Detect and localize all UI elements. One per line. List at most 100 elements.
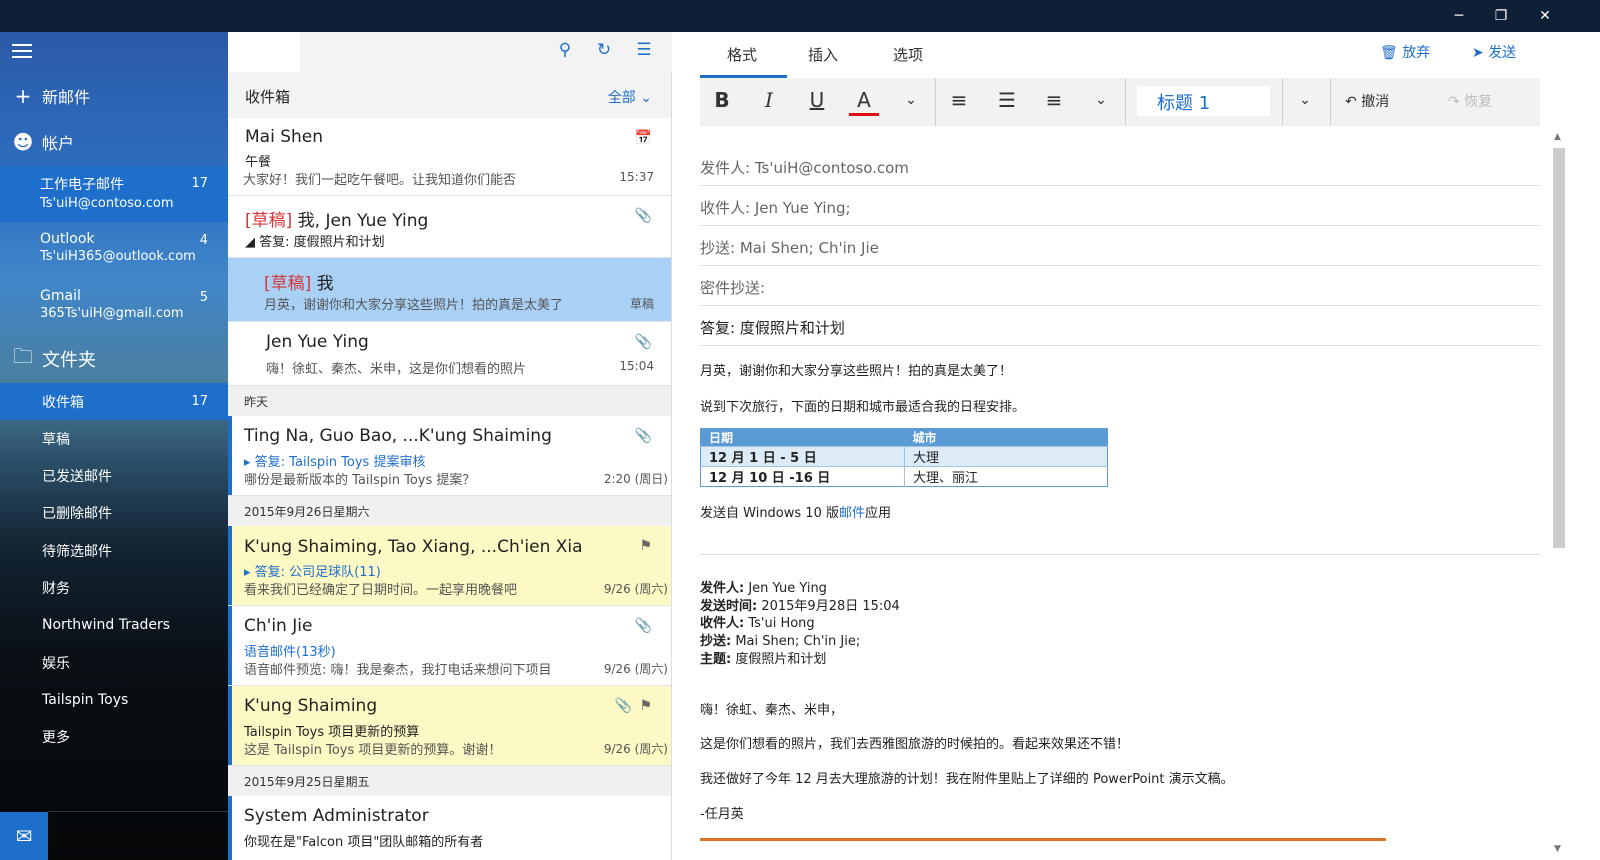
font-color-icon[interactable]: A [849, 88, 879, 116]
quoted-value: Jen Yue Ying [744, 581, 827, 596]
search-icon[interactable]: ⚲ [552, 40, 578, 64]
select-mode-icon[interactable]: ☰ [631, 40, 657, 64]
cc-field[interactable]: 抄送: Mai Shen; Ch'in Jie [700, 226, 1540, 266]
tab-options[interactable]: 选项 [893, 44, 923, 65]
chevron-down-icon[interactable]: ⌄ [896, 92, 926, 108]
bcc-field[interactable]: 密件抄送: [700, 266, 1540, 306]
message-item[interactable]: System Administrator 你现在是"Falcon 项目"团队邮箱… [228, 796, 671, 860]
scrollbar[interactable]: ▲ ▼ [1550, 130, 1568, 858]
filter-dropdown[interactable]: 全部 ⌄ [608, 87, 652, 107]
bullets-icon[interactable]: ≡ [944, 88, 974, 112]
subject-field[interactable]: 答复: 度假照片和计划 [700, 306, 1540, 346]
chevron-down-icon: ⌄ [640, 90, 652, 106]
align-icon[interactable]: ≡ [1039, 88, 1069, 112]
redo-button[interactable]: ↷ 恢复 [1448, 91, 1492, 111]
send-button[interactable]: ➤ 发送 [1472, 42, 1516, 62]
title-bar: ─ ❐ ✕ [0, 0, 1600, 32]
message-subject: 答复: 公司足球队(11) [254, 565, 381, 580]
chevron-down-icon[interactable]: ⌄ [1086, 92, 1116, 108]
calendar-icon: 📅 [634, 130, 652, 146]
folder-sent[interactable]: 已发送邮件 [0, 457, 228, 494]
message-item[interactable]: Jen Yue Ying 嗨！徐虹、秦杰、米申，这是你们想看的照片 15:04 … [228, 322, 671, 386]
message-preview: 大家好！我们一起吃午餐吧。让我知道你们能否 [243, 173, 517, 188]
divider [48, 811, 228, 812]
message-item[interactable]: Ch'in Jie 语音邮件(13秒) 语音邮件预览: 嗨！我是秦杰，我打电话来… [228, 606, 671, 686]
accounts-button[interactable]: ☻ 帐户 [0, 128, 228, 156]
mail-app-link[interactable]: 邮件 [839, 506, 865, 521]
unread-count: 17 [191, 176, 208, 191]
folder-tailspin[interactable]: Tailspin Toys [0, 681, 228, 718]
account-work[interactable]: 工作电子邮件 Ts'uiH@contoso.com 17 [0, 166, 228, 222]
italic-icon[interactable]: I [754, 88, 784, 112]
attachment-icon: 📎 [634, 428, 652, 444]
from-field[interactable]: 发件人: Ts'uiH@contoso.com [700, 146, 1540, 186]
folder-inbox[interactable]: 收件箱 17 [0, 383, 228, 420]
draft-tag: [草稿] [264, 274, 312, 294]
message-subject: 午餐 [245, 155, 272, 170]
message-item[interactable]: Ting Na, Guo Bao, ...K'ung Shaiming ▸ 答复… [228, 416, 671, 496]
table-cell: 大理 [904, 446, 1108, 467]
message-sender: System Administrator [244, 806, 429, 826]
scrollbar-thumb[interactable] [1553, 148, 1565, 548]
signature-text: 发送自 Windows 10 版 [700, 506, 839, 521]
to-field[interactable]: 收件人: Jen Yue Ying; [700, 186, 1540, 226]
scroll-up-icon[interactable]: ▲ [1554, 132, 1561, 142]
folder-entertainment[interactable]: 娱乐 [0, 644, 228, 681]
folder-label: 更多 [42, 729, 70, 746]
folder-northwind[interactable]: Northwind Traders [0, 606, 228, 643]
folder-label: 收件箱 [42, 394, 84, 411]
table-header: 城市 [904, 428, 1108, 447]
folders-button[interactable]: 🗀 文件夹 [0, 344, 228, 374]
minimize-button[interactable]: ─ [1436, 0, 1482, 32]
bold-icon[interactable]: B [707, 88, 737, 112]
hamburger-menu-icon[interactable] [12, 44, 32, 58]
message-subject: 答复: 度假照片和计划 [259, 235, 385, 250]
folder-clutter[interactable]: 待筛选邮件 [0, 532, 228, 569]
mail-icon[interactable]: ✉ [0, 812, 48, 860]
chevron-down-icon[interactable]: ⌄ [1290, 92, 1320, 108]
schedule-table[interactable]: 日期 城市 12 月 1 日 - 5 日 大理 12 月 10 日 -16 日 … [700, 428, 1108, 487]
message-preview: 这是 Tailspin Toys 项目更新的预算。谢谢！ [244, 743, 502, 758]
table-header: 日期 [700, 428, 905, 447]
unread-count: 5 [199, 290, 208, 305]
account-email: Ts'uiH@contoso.com [40, 196, 174, 211]
unread-count: 4 [199, 233, 208, 248]
message-preview: 嗨！徐虹、秦杰、米申，这是你们想看的照片 [266, 362, 527, 377]
unread-count: 17 [191, 394, 208, 409]
folder-drafts[interactable]: 草稿 [0, 420, 228, 457]
quoted-text: 我还做好了今年 12 月去大理旅游的计划！我在附件里贴上了详细的 PowerPo… [700, 772, 1234, 787]
message-time: 草稿 [629, 297, 654, 311]
account-outlook[interactable]: Outlook Ts'uiH365@outlook.com 4 [0, 223, 228, 279]
unread-bar [228, 416, 232, 495]
numbering-icon[interactable]: ☰ [992, 88, 1022, 112]
tab-format[interactable]: 格式 [727, 44, 757, 65]
message-item[interactable]: Mai Shen 午餐 大家好！我们一起吃午餐吧。让我知道你们能否 15:37 … [228, 118, 671, 196]
account-gmail[interactable]: Gmail 365Ts'uiH@gmail.com 5 [0, 280, 228, 336]
folder-deleted[interactable]: 已删除邮件 [0, 494, 228, 531]
flag-icon[interactable]: ⚑ [639, 698, 652, 714]
folder-finance[interactable]: 财务 [0, 569, 228, 606]
sync-icon[interactable]: ↻ [591, 40, 617, 64]
message-subject: 语音邮件(13秒) [244, 645, 336, 660]
message-sender: Jen Yue Ying [266, 332, 369, 352]
message-item[interactable]: K'ung Shaiming Tailspin Toys 项目更新的预算 这是 … [228, 686, 671, 766]
folder-more[interactable]: 更多 [0, 718, 228, 755]
undo-button[interactable]: ↶ 撤消 [1345, 91, 1389, 111]
style-dropdown[interactable]: 标题 1 [1137, 86, 1270, 116]
restore-button[interactable]: ❐ [1478, 0, 1524, 32]
body-text[interactable]: 说到下次旅行，下面的日期和城市最适合我的日程安排。 [700, 396, 1025, 415]
folder-label: Tailspin Toys [42, 691, 129, 708]
underline-icon[interactable]: U [802, 88, 832, 112]
message-item[interactable]: K'ung Shaiming, Tao Xiang, ...Ch'ien Xia… [228, 526, 671, 606]
new-mail-button[interactable]: + 新邮件 [0, 82, 228, 110]
message-item[interactable]: [草稿] 我, Jen Yue Ying ◢ 答复: 度假照片和计划 📎 [228, 196, 671, 258]
message-item-selected[interactable]: [草稿] 我 月英，谢谢你和大家分享这些照片！拍的真是太美了 草稿 [228, 258, 671, 322]
scroll-down-icon[interactable]: ▼ [1554, 844, 1561, 854]
tab-insert[interactable]: 插入 [808, 44, 838, 65]
close-button[interactable]: ✕ [1522, 0, 1568, 32]
discard-button[interactable]: 🗑 放弃 [1380, 42, 1430, 62]
body-text[interactable]: 月英，谢谢你和大家分享这些照片！拍的真是太美了！ [700, 360, 1012, 379]
flag-icon[interactable]: ⚑ [639, 538, 652, 554]
signature: 发送自 Windows 10 版邮件应用 [700, 502, 891, 521]
ribbon-divider [1125, 78, 1126, 126]
